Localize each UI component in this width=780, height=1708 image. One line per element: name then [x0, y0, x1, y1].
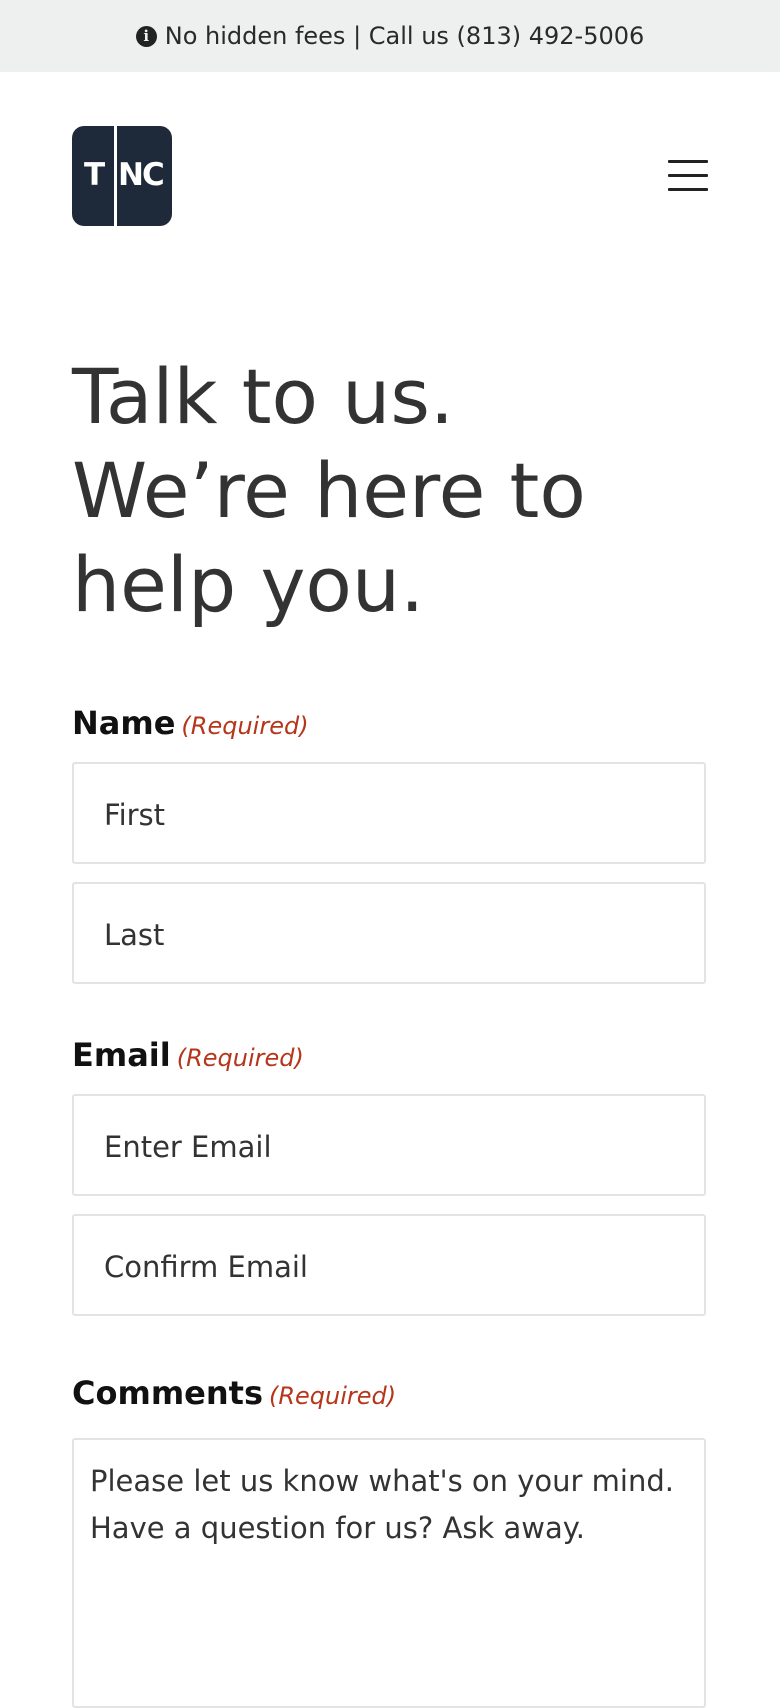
last-name-placeholder: Last	[104, 918, 165, 952]
announcement-bar: i No hidden fees | Call us (813) 492-500…	[0, 0, 780, 72]
logo-letter-t: T	[84, 157, 106, 193]
comments-placeholder-line-1: Please let us know what's on your mind.	[90, 1464, 674, 1498]
email-label-text: Email	[72, 1036, 171, 1074]
comments-textarea[interactable]: Please let us know what's on your mind. …	[72, 1438, 706, 1708]
name-label-text: Name	[72, 704, 176, 742]
logo-divider	[114, 126, 117, 226]
site-logo[interactable]: T N C	[72, 126, 172, 226]
info-circle-icon: i	[135, 25, 157, 47]
page-title: Talk to us. We’re here to help you.	[72, 350, 722, 632]
name-label: Name (Required)	[72, 704, 309, 742]
email-label: Email (Required)	[72, 1036, 304, 1074]
first-name-placeholder: First	[104, 798, 166, 832]
logo-letter-c: C	[142, 157, 165, 193]
last-name-input[interactable]: Last	[72, 882, 706, 984]
comments-placeholder-line-2: Have a question for us? Ask away.	[90, 1511, 585, 1545]
name-required-note: (Required)	[181, 712, 309, 740]
confirm-email-input[interactable]: Confirm Email	[72, 1214, 706, 1316]
email-required-note: (Required)	[176, 1044, 304, 1072]
logo-letter-n: N	[118, 157, 144, 193]
title-line-2: We’re here to	[72, 446, 586, 535]
confirm-email-placeholder: Confirm Email	[104, 1250, 308, 1284]
email-input[interactable]: Enter Email	[72, 1094, 706, 1196]
comments-required-note: (Required)	[268, 1382, 397, 1410]
title-line-3: help you.	[72, 540, 425, 629]
title-line-1: Talk to us.	[72, 352, 455, 441]
announcement-text: No hidden fees | Call us (813) 492-5006	[164, 22, 645, 50]
comments-label-text: Comments	[72, 1374, 263, 1412]
email-placeholder: Enter Email	[104, 1130, 272, 1164]
comments-label: Comments (Required)	[72, 1374, 396, 1412]
hamburger-menu-icon[interactable]	[668, 160, 708, 192]
first-name-input[interactable]: First	[72, 762, 706, 864]
